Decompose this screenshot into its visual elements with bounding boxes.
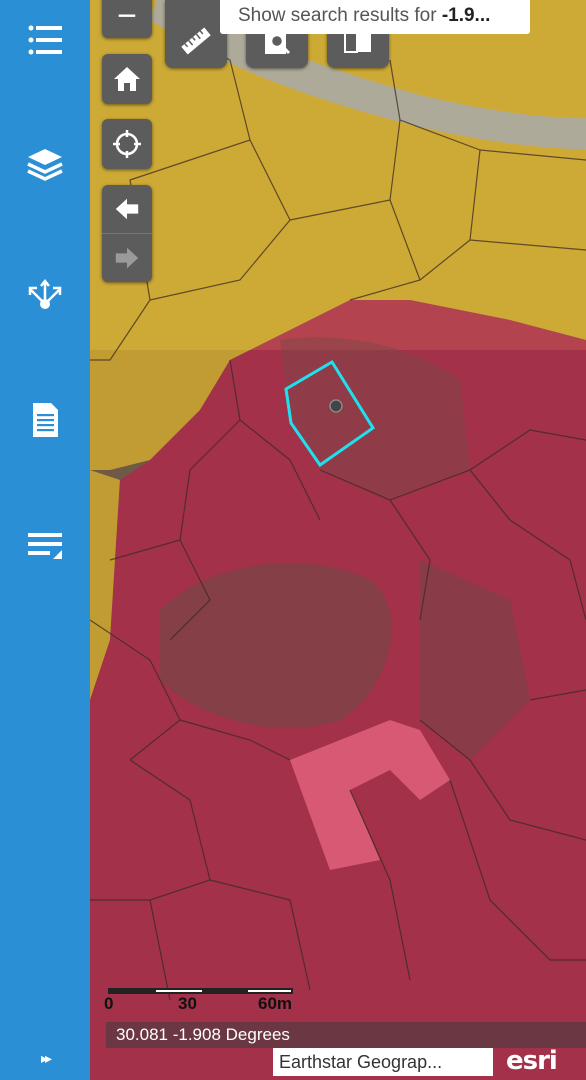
minus-icon: − [117,0,137,35]
scale-label-mid: 30 [178,994,197,1013]
share-button[interactable] [15,264,75,324]
parcel-centroid-marker [329,399,343,413]
home-button[interactable] [102,54,152,104]
arrow-left-icon [115,198,139,220]
esri-logo: esri [506,1046,558,1076]
share-icon [28,278,62,309]
map-view[interactable]: − Show search results for -1.9... 0 30 6… [90,0,586,1080]
zoom-out-button[interactable]: − [102,0,152,38]
locate-button[interactable] [102,119,152,169]
search-hint-prefix: Show search results for [238,5,442,26]
document-button[interactable] [15,390,75,450]
document-icon [33,403,58,437]
extent-navigation [102,185,152,282]
ruler-icon [181,27,211,55]
imagery-basemap [90,0,586,1080]
layers-button[interactable] [15,135,75,195]
edit-list-icon [28,533,62,559]
coordinate-readout: 30.081 -1.908 Degrees [106,1022,586,1048]
list-icon [28,25,62,55]
edit-list-button[interactable] [15,515,75,575]
next-extent-button[interactable] [102,233,152,282]
scale-bar: 0 30 60m [104,988,298,1014]
app-sidebar: ▸▸ [0,0,90,1080]
search-hint-query: -1.9... [441,5,491,26]
scale-label-end: 60m [258,994,293,1013]
home-icon [114,67,140,91]
search-suggestion[interactable]: Show search results for -1.9... [220,0,530,34]
list-button[interactable] [15,10,75,70]
measure-button[interactable] [165,0,227,68]
scale-label-start: 0 [104,994,114,1013]
previous-extent-button[interactable] [102,185,152,233]
arrow-right-icon [115,247,139,269]
locate-icon [113,130,141,158]
expand-sidebar-button[interactable]: ▸▸ [30,1046,60,1072]
map-attribution[interactable]: Earthstar Geograp... [273,1048,493,1076]
layers-icon [27,149,63,181]
